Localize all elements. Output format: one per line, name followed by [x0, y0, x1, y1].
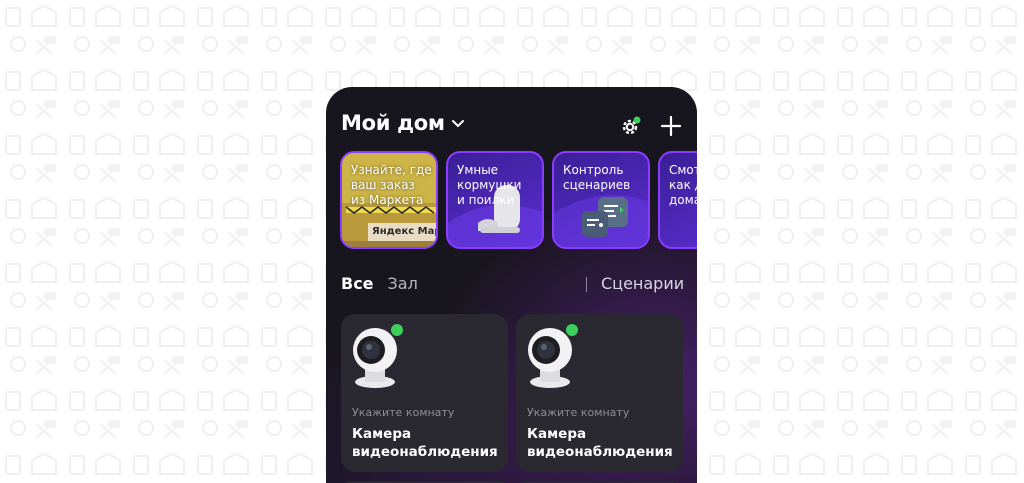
online-status-dot [391, 324, 403, 336]
story-label: Узнайте, где ваш заказ из Маркета [351, 163, 432, 207]
room-label: Укажите комнату [352, 406, 455, 419]
story-scenario-control[interactable]: Контроль сценариев [552, 151, 650, 249]
home-selector[interactable]: Мой дом [341, 111, 465, 135]
story-partial[interactable]: Смот как д дома [658, 151, 697, 249]
online-status-dot [566, 324, 578, 336]
story-label: Умные кормушки и поилки [457, 163, 522, 207]
room-label: Укажите комнату [527, 406, 630, 419]
device-name: Камера видеонаблюдения [527, 426, 673, 460]
page-title: Мой дом [341, 111, 445, 135]
story-label: Смот как д дома [669, 163, 697, 207]
gear-icon [622, 116, 641, 135]
tab-hall[interactable]: Зал [388, 274, 418, 293]
smart-home-app-screen: Мой дом Узнайте, где ваш заказ из Маркет… [326, 87, 697, 483]
tab-all[interactable]: Все [341, 274, 374, 293]
device-name: Камера видеонаблюдения [352, 426, 498, 460]
sign-text: Яндекс Мар [372, 226, 438, 237]
story-label: Контроль сценариев [563, 163, 631, 192]
scenarios-link[interactable]: Сценарии [601, 274, 684, 293]
stories-carousel[interactable]: Узнайте, где ваш заказ из Маркета Яндекс… [340, 151, 697, 251]
chevron-down-icon [451, 120, 464, 128]
tabs-divider [586, 277, 587, 292]
room-tabs: Все Зал [341, 274, 418, 293]
plus-icon [660, 115, 682, 137]
device-card[interactable]: Укажите комнату Камера видеонаблюдения [341, 314, 508, 472]
story-market-order[interactable]: Узнайте, где ваш заказ из Маркета Яндекс… [340, 151, 438, 249]
add-button[interactable] [658, 113, 684, 139]
settings-button[interactable] [618, 113, 644, 139]
device-card[interactable]: Укажите комнату Камера видеонаблюдения [516, 314, 683, 472]
story-smart-feeders[interactable]: Умные кормушки и поилки [446, 151, 544, 249]
